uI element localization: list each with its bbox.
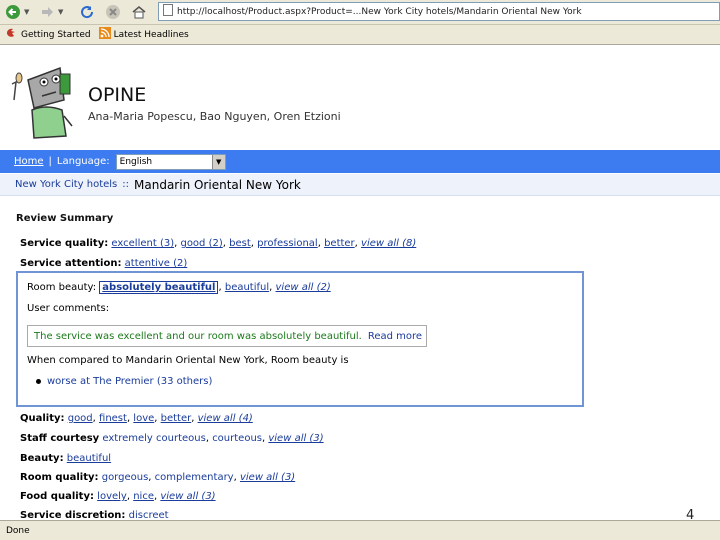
feature-row-service-quality: Service quality: excellent (3), good (2)… bbox=[20, 238, 417, 249]
opinion-link[interactable]: good bbox=[68, 413, 93, 424]
feature-row-staff-courtesy: Staff courtesy extremely courteous, cour… bbox=[20, 433, 324, 444]
opinion-value: courteous bbox=[212, 433, 262, 444]
reload-button[interactable] bbox=[78, 2, 96, 22]
bookmark-getting-started[interactable]: Getting Started bbox=[6, 27, 91, 42]
feature-label: Staff courtesy bbox=[20, 433, 100, 444]
breadcrumb: New York City hotels :: Mandarin Orienta… bbox=[0, 174, 720, 196]
opine-mascot-logo bbox=[10, 60, 76, 140]
user-comment-box: The service was excellent and our room w… bbox=[27, 325, 427, 347]
opinion-value: gorgeous bbox=[101, 472, 149, 483]
back-button[interactable]: ▼ bbox=[4, 2, 29, 22]
bookmark-label: Getting Started bbox=[21, 29, 91, 40]
opinion-link[interactable]: lovely bbox=[97, 491, 127, 502]
feature-row-service-attention: Service attention: attentive (2) bbox=[20, 258, 187, 269]
opinion-link[interactable]: beautiful bbox=[225, 282, 269, 293]
feature-row-food-quality: Food quality: lovely, nice, view all (3) bbox=[20, 491, 216, 502]
room-beauty-detail-panel: Room beauty: absolutely beautiful, beaut… bbox=[16, 271, 584, 407]
breadcrumb-current: Mandarin Oriental New York bbox=[134, 177, 301, 192]
breadcrumb-link-nyc-hotels[interactable]: New York City hotels bbox=[15, 179, 117, 190]
feature-label: Food quality: bbox=[20, 491, 94, 502]
feature-label: Service quality: bbox=[20, 238, 109, 249]
stop-icon bbox=[104, 3, 122, 21]
forward-arrow-icon bbox=[38, 3, 56, 21]
read-more-link[interactable]: Read more bbox=[368, 331, 422, 342]
language-label: Language: bbox=[56, 156, 110, 167]
stop-button[interactable] bbox=[104, 2, 122, 22]
opinion-link[interactable]: good (2) bbox=[180, 238, 222, 249]
feature-row-quality: Quality: good, finest, love, better, vie… bbox=[20, 413, 253, 424]
opinion-link[interactable]: love bbox=[133, 413, 154, 424]
comparison-text: When compared to Mandarin Oriental New Y… bbox=[27, 355, 349, 366]
forward-button[interactable]: ▼ bbox=[38, 2, 63, 22]
dropdown-arrow-icon[interactable]: ▼ bbox=[211, 154, 225, 169]
nav-bar: Home | Language: English ▼ bbox=[0, 150, 720, 173]
section-title: Review Summary bbox=[16, 213, 114, 224]
url-text: http://localhost/Product.aspx?Product=..… bbox=[177, 6, 582, 17]
bookmarks-bar: Getting Started Latest Headlines bbox=[0, 25, 720, 45]
home-button[interactable] bbox=[130, 2, 148, 22]
firefox-icon bbox=[6, 27, 18, 42]
comparison-item-text: worse at The Premier (33 others) bbox=[47, 376, 213, 387]
feature-label: Room beauty: bbox=[27, 282, 97, 293]
breadcrumb-separator: :: bbox=[122, 179, 130, 190]
opinion-link[interactable]: better bbox=[324, 238, 355, 249]
status-bar: Done bbox=[0, 520, 720, 540]
feature-row-beauty: Beauty: beautiful bbox=[20, 453, 111, 464]
feature-row-room-beauty: Room beauty: absolutely beautiful, beaut… bbox=[27, 281, 331, 294]
page-icon bbox=[163, 4, 173, 19]
opinion-link[interactable]: excellent (3) bbox=[111, 238, 174, 249]
user-comment-text: The service was excellent and our room w… bbox=[34, 330, 362, 342]
bullet-icon bbox=[36, 378, 41, 384]
opinion-link[interactable]: best bbox=[229, 238, 251, 249]
review-summary-content: Review Summary Service quality: excellen… bbox=[0, 196, 720, 521]
view-all-link[interactable]: view all (4) bbox=[198, 413, 253, 424]
address-bar[interactable]: http://localhost/Product.aspx?Product=..… bbox=[158, 2, 720, 21]
comparison-item: worse at The Premier (33 others) bbox=[36, 376, 212, 387]
app-authors: Ana-Maria Popescu, Bao Nguyen, Oren Etzi… bbox=[88, 110, 341, 123]
opinion-link[interactable]: finest bbox=[99, 413, 127, 424]
reload-icon bbox=[78, 3, 96, 21]
rss-icon bbox=[98, 27, 111, 42]
view-all-link[interactable]: view all (3) bbox=[160, 491, 215, 502]
opinion-link[interactable]: beautiful bbox=[67, 453, 111, 464]
language-select[interactable]: English ▼ bbox=[115, 153, 226, 170]
browser-toolbar: ▼ ▼ http://localhost/Product.aspx?Produc… bbox=[0, 0, 720, 25]
feature-row-room-quality: Room quality: gorgeous, complementary, v… bbox=[20, 472, 296, 483]
back-arrow-icon bbox=[4, 3, 22, 21]
back-dropdown-icon[interactable]: ▼ bbox=[24, 8, 29, 16]
view-all-link[interactable]: view all (3) bbox=[240, 472, 295, 483]
status-text: Done bbox=[6, 525, 30, 536]
view-all-link[interactable]: view all (3) bbox=[268, 433, 323, 444]
opinion-value: complementary bbox=[154, 472, 234, 483]
feature-label: Service attention: bbox=[20, 258, 122, 269]
view-all-link[interactable]: view all (2) bbox=[276, 282, 331, 293]
opinion-link[interactable]: nice bbox=[133, 491, 154, 502]
home-icon bbox=[130, 3, 148, 21]
bookmark-label: Latest Headlines bbox=[113, 29, 189, 40]
bookmark-latest-headlines[interactable]: Latest Headlines bbox=[98, 27, 189, 42]
feature-label: Quality: bbox=[20, 413, 65, 424]
user-comments-label: User comments: bbox=[27, 303, 110, 314]
home-link[interactable]: Home bbox=[14, 156, 44, 167]
language-value: English bbox=[119, 156, 153, 167]
view-all-link[interactable]: view all (8) bbox=[361, 238, 416, 249]
opinion-link[interactable]: attentive (2) bbox=[125, 258, 188, 269]
opinion-link-selected[interactable]: absolutely beautiful bbox=[99, 281, 219, 294]
feature-label: Room quality: bbox=[20, 472, 99, 483]
opinion-link[interactable]: better bbox=[161, 413, 192, 424]
app-title: OPINE bbox=[88, 84, 147, 106]
forward-dropdown-icon[interactable]: ▼ bbox=[58, 8, 63, 16]
opinion-value: extremely courteous bbox=[102, 433, 206, 444]
nav-separator: | bbox=[48, 156, 52, 167]
feature-label: Beauty: bbox=[20, 453, 64, 464]
opinion-link[interactable]: professional bbox=[257, 238, 318, 249]
